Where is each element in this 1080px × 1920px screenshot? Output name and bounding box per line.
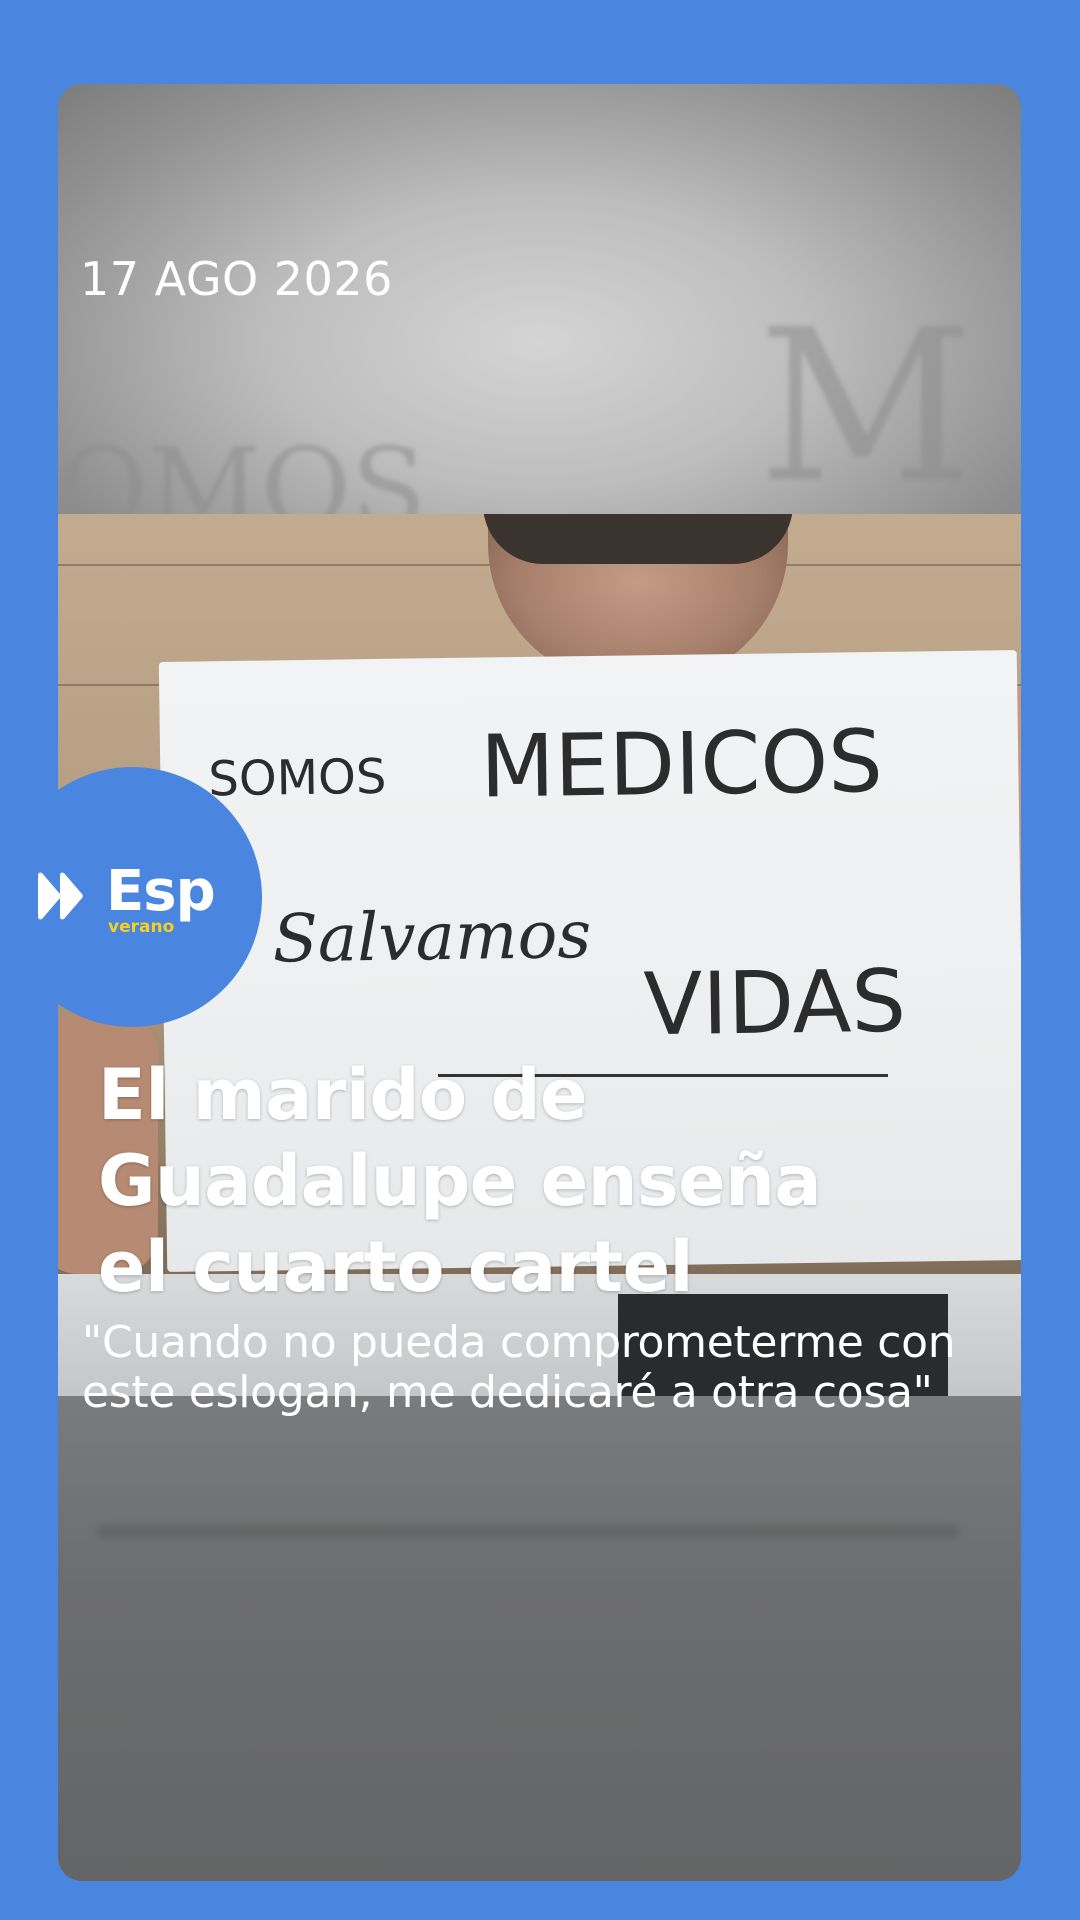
subtitle-line: "Cuando no pueda comprometerme con	[82, 1317, 956, 1368]
sign-word: Salvamos	[272, 896, 592, 978]
story-subtitle: "Cuando no pueda comprometerme con este …	[82, 1318, 1022, 1418]
fast-forward-icon	[38, 872, 83, 920]
headline-line: el cuarto cartel	[98, 1226, 694, 1308]
sign-word: VIDAS	[642, 951, 907, 1056]
sign-word: MEDICOS	[479, 711, 884, 818]
headline-line: Guadalupe enseña	[98, 1140, 822, 1222]
headline-line: El marido de	[98, 1054, 588, 1136]
blurred-backdrop-text: M	[758, 284, 974, 529]
sign-word: SOMOS	[208, 748, 387, 808]
brand-subname: verano	[108, 917, 175, 937]
bottom-blurred-background	[58, 1396, 1021, 1881]
story-headline: El marido de Guadalupe enseña el cuarto …	[98, 1052, 958, 1310]
story-date: 17 AGO 2026	[80, 252, 393, 306]
brand-logo[interactable]: Esp verano	[2, 767, 262, 1027]
subtitle-line: este eslogan, me dedicaré a otra cosa"	[82, 1367, 933, 1418]
brand-name: Esp	[106, 859, 216, 924]
person-hair	[483, 514, 793, 564]
